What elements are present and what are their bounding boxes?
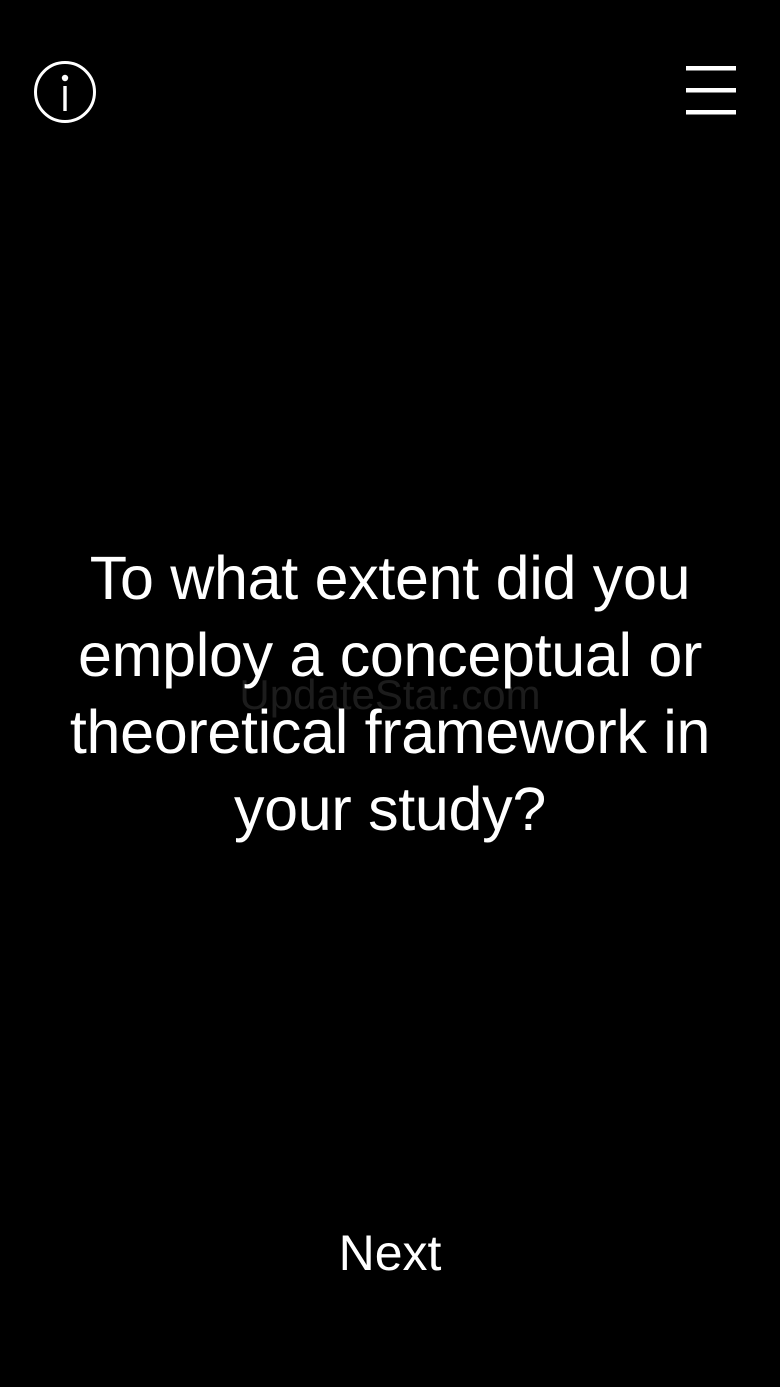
question-text: To what extent did you employ a conceptu… [69, 544, 711, 843]
hamburger-menu-icon [686, 66, 736, 115]
info-circle-icon [34, 61, 96, 123]
next-button[interactable]: Next [290, 1218, 490, 1288]
top-bar [0, 0, 780, 180]
question-container: To what extent did you employ a conceptu… [40, 540, 740, 848]
menu-button[interactable] [684, 64, 738, 118]
info-button[interactable] [33, 60, 97, 124]
